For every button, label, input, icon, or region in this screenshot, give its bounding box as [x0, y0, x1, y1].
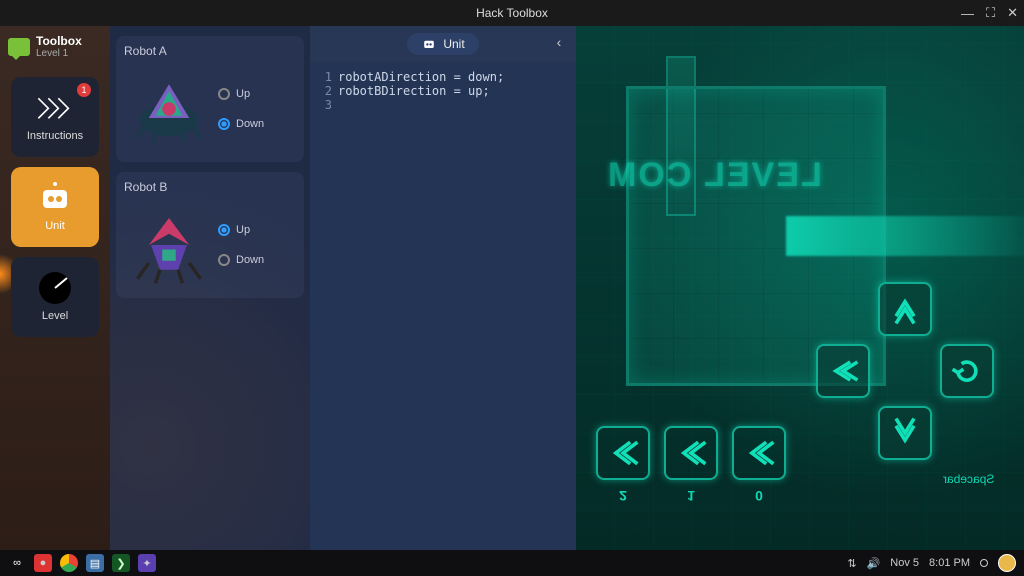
window-close-button[interactable]: ✕	[1007, 5, 1018, 21]
robot-b-down-radio[interactable]: Down	[218, 254, 264, 266]
move-queue	[596, 426, 786, 480]
taskbar-app-icon[interactable]: ●	[34, 554, 52, 572]
app-level-label: Level 1	[36, 48, 82, 59]
dpad-up-button[interactable]	[878, 282, 932, 336]
robot-config-panel: Robot A Up Down Robot B	[110, 26, 310, 550]
files-icon[interactable]: ▤	[86, 554, 104, 572]
robot-a-sprite	[124, 64, 214, 154]
sidebar-item-level[interactable]: Level	[11, 257, 99, 337]
queue-slot[interactable]	[664, 426, 718, 480]
dpad-left-button[interactable]	[816, 344, 870, 398]
sidebar: Toolbox Level 1 1 Instructions Unit	[0, 26, 110, 550]
queue-index: 2	[596, 488, 650, 504]
status-date: Nov 5	[890, 557, 919, 569]
network-icon[interactable]: ⇅	[847, 557, 856, 570]
radar-icon	[35, 272, 75, 304]
spacebar-hint: Spacebar	[943, 472, 994, 486]
robot-b-title: Robot B	[124, 180, 296, 194]
taskbar-app-icon[interactable]: ✦	[138, 554, 156, 572]
robot-b-sprite	[124, 200, 214, 290]
window-minimize-button[interactable]: —	[961, 6, 974, 21]
robot-icon	[35, 182, 75, 214]
dpad-undo-button[interactable]	[940, 344, 994, 398]
tray-indicator[interactable]	[980, 559, 988, 567]
code-tab-unit[interactable]: Unit	[407, 33, 478, 55]
robot-b-card: Robot B Up Down	[116, 172, 304, 298]
level-sign: LEVEL COM	[606, 156, 822, 195]
activities-icon[interactable]: ∞	[8, 554, 26, 572]
collapse-code-button[interactable]: ‹	[550, 34, 568, 52]
dpad-down-button[interactable]	[878, 406, 932, 460]
robot-a-down-radio[interactable]: Down	[218, 118, 264, 130]
code-lines: robotADirection = down;robotBDirection =…	[338, 70, 504, 542]
chevrons-right-icon	[35, 92, 75, 124]
app-name: Toolbox	[36, 34, 82, 48]
code-editor[interactable]: 123 robotADirection = down;robotBDirecti…	[310, 62, 576, 550]
line-gutter: 123	[316, 70, 338, 542]
chrome-icon[interactable]	[60, 554, 78, 572]
game-viewport: LEVEL COM 2 1 0	[576, 26, 1024, 550]
robot-a-title: Robot A	[124, 44, 296, 58]
user-avatar[interactable]	[998, 554, 1016, 572]
queue-index: 1	[664, 488, 718, 504]
status-time: 8:01 PM	[929, 557, 970, 569]
sidebar-item-label: Level	[42, 310, 68, 322]
robot-a-up-radio[interactable]: Up	[218, 88, 264, 100]
code-tab-bar: Unit ‹	[310, 26, 576, 62]
window-maximize-button[interactable]: ⛶	[986, 5, 995, 21]
toolbox-app-icon	[8, 38, 30, 56]
notification-badge: 1	[77, 83, 91, 97]
robot-a-card: Robot A Up Down	[116, 36, 304, 162]
robot-icon	[421, 37, 437, 51]
queue-slot[interactable]	[732, 426, 786, 480]
queue-index: 0	[732, 488, 786, 504]
energy-burst	[786, 216, 1024, 256]
sidebar-item-unit[interactable]: Unit	[11, 167, 99, 247]
system-taskbar: ∞ ● ▤ ❯ ✦ ⇅ 🔊 Nov 5 8:01 PM	[0, 550, 1024, 576]
code-panel: Unit ‹ 123 robotADirection = down;robotB…	[310, 26, 576, 550]
direction-pad	[816, 282, 994, 460]
sidebar-item-instructions[interactable]: 1 Instructions	[11, 77, 99, 157]
window-titlebar: Hack Toolbox — ⛶ ✕	[0, 0, 1024, 26]
sidebar-item-label: Instructions	[27, 130, 83, 142]
terminal-icon[interactable]: ❯	[112, 554, 130, 572]
window-title: Hack Toolbox	[476, 6, 548, 20]
queue-slot[interactable]	[596, 426, 650, 480]
robot-b-up-radio[interactable]: Up	[218, 224, 264, 236]
sidebar-item-label: Unit	[45, 220, 65, 232]
volume-icon[interactable]: 🔊	[867, 557, 881, 570]
